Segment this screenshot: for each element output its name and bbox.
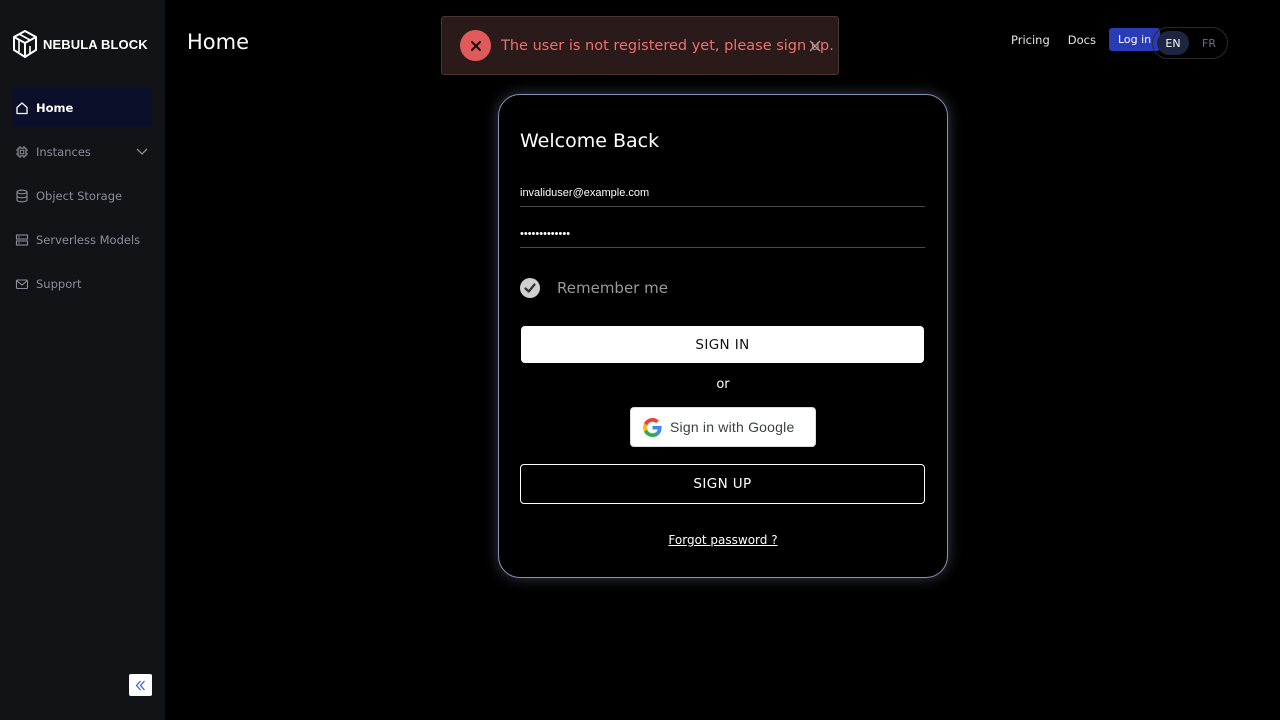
server-icon (15, 233, 29, 247)
password-field[interactable] (520, 222, 925, 246)
sidebar-item-label: Instances (36, 144, 91, 159)
language-option-en[interactable]: EN (1157, 31, 1189, 55)
sign-in-button[interactable]: SIGN IN (521, 326, 924, 363)
docs-link[interactable]: Docs (1068, 33, 1096, 47)
sidebar-item-serverless-models[interactable]: Serverless Models (12, 220, 152, 259)
pricing-link[interactable]: Pricing (1011, 33, 1050, 47)
google-sign-in-label: Sign in with Google (670, 419, 795, 435)
language-option-fr[interactable]: FR (1193, 31, 1225, 55)
or-divider: or (716, 377, 730, 392)
database-icon (15, 189, 29, 203)
mail-icon (15, 277, 29, 291)
checkmark-icon (524, 283, 536, 293)
google-sign-in-button[interactable]: Sign in with Google (630, 407, 816, 447)
chip-icon (15, 145, 29, 159)
login-card: Welcome Back Remember me SIGN IN or Sign… (498, 94, 948, 578)
sidebar: NEBULA BLOCK Home Instances Object Stora… (0, 0, 165, 720)
cube-logo-icon (13, 30, 37, 58)
language-switcher: EN FR (1152, 27, 1228, 59)
sidebar-item-object-storage[interactable]: Object Storage (12, 176, 152, 215)
card-title: Welcome Back (520, 130, 660, 152)
close-icon[interactable] (808, 39, 822, 53)
top-nav: Pricing Docs Log in (1004, 28, 1161, 51)
sidebar-item-support[interactable]: Support (12, 264, 152, 303)
error-toast: The user is not registered yet, please s… (441, 16, 839, 75)
sidebar-item-label: Home (36, 100, 74, 115)
remember-me-label: Remember me (557, 279, 668, 297)
email-field-container (520, 181, 925, 207)
sidebar-item-instances[interactable]: Instances (12, 132, 152, 171)
forgot-password: Forgot password ? (499, 529, 947, 548)
home-icon (15, 101, 29, 115)
forgot-password-link[interactable]: Forgot password ? (668, 533, 777, 547)
email-field[interactable] (520, 181, 925, 205)
sign-up-button[interactable]: SIGN UP (520, 464, 925, 504)
page-title: Home (187, 30, 250, 54)
toast-message: The user is not registered yet, please s… (501, 37, 834, 54)
sidebar-nav: Home Instances Object Storage Serverless… (12, 88, 152, 308)
remember-me[interactable]: Remember me (520, 278, 668, 298)
sidebar-item-label: Object Storage (36, 188, 123, 203)
double-chevron-left-icon (135, 680, 145, 690)
error-icon (460, 30, 491, 61)
sidebar-item-label: Support (36, 276, 82, 291)
sidebar-item-label: Serverless Models (36, 232, 141, 247)
password-field-container (520, 222, 925, 248)
sidebar-item-home[interactable]: Home (12, 88, 152, 127)
remember-me-checkbox[interactable] (520, 278, 540, 298)
collapse-sidebar-button[interactable] (129, 674, 152, 696)
brand-name: NEBULA BLOCK (43, 36, 148, 52)
chevron-down-icon[interactable] (136, 145, 148, 157)
google-icon (643, 417, 662, 437)
brand-logo[interactable]: NEBULA BLOCK (13, 30, 148, 58)
